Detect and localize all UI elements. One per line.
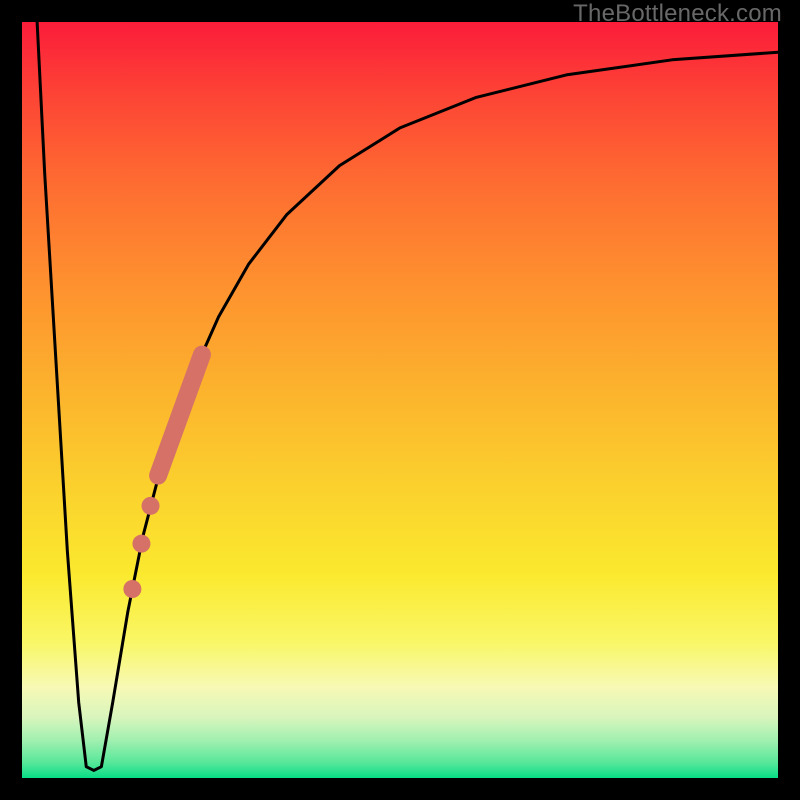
highlight-segment (158, 355, 202, 476)
highlight-dot-0 (142, 497, 160, 515)
plot-area (22, 22, 778, 778)
chart-frame: TheBottleneck.com (0, 0, 800, 800)
highlight-dot-1 (132, 535, 150, 553)
highlight-dots (123, 497, 159, 598)
curve-line (37, 22, 778, 770)
chart-svg (22, 22, 778, 778)
highlight-dot-2 (123, 580, 141, 598)
